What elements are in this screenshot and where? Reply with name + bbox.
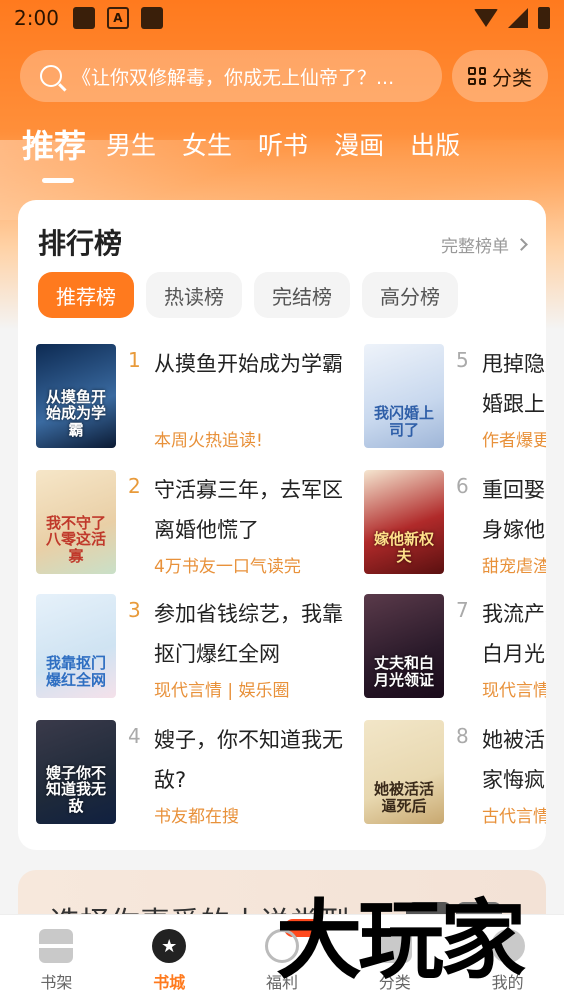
book-cover[interactable]: 我靠抠门爆红全网 — [36, 594, 116, 698]
tab-male[interactable]: 男生 — [106, 120, 156, 172]
top-tabs: 推荐 男生 女生 听书 漫画 出版 — [22, 120, 486, 172]
grid-icon — [468, 67, 486, 85]
book-title[interactable]: 嫂子，你不知道我无敌? — [154, 720, 344, 800]
rank-number: 3 — [128, 598, 141, 622]
cover-text: 她被活活逼死后 — [373, 780, 434, 815]
book-cover[interactable]: 我不守了八零这活寡 — [36, 470, 116, 574]
watermark: 大玩家 — [276, 890, 526, 991]
cover-text: 我不守了八零这活寡 — [45, 513, 106, 565]
book-title[interactable]: 我流产那天，丈夫和白月光领证 — [482, 594, 546, 674]
ranking-card: 排行榜 完整榜单 推荐榜 热读榜 完结榜 高分榜 从摸鱼开始成为学霸 1 从摸鱼… — [18, 200, 546, 850]
wifi-icon — [474, 9, 498, 27]
book-cover[interactable]: 丈夫和白月光领证 — [364, 594, 444, 698]
rank-number: 7 — [456, 598, 469, 622]
notification-icon — [72, 7, 95, 29]
cover-text: 从摸鱼开始成为学霸 — [45, 387, 106, 439]
tab-recommend[interactable]: 推荐 — [22, 120, 86, 172]
notification-icon — [140, 7, 163, 29]
chip-high-score[interactable]: 高分榜 — [362, 272, 458, 318]
ranking-chips: 推荐榜 热读榜 完结榜 高分榜 — [38, 272, 458, 318]
category-button[interactable]: 分类 — [452, 50, 548, 102]
rank-number: 6 — [456, 474, 469, 498]
star-book-icon: ★ — [152, 929, 187, 963]
cover-text: 嫁他新权夫 — [373, 530, 434, 565]
cover-text: 我闪婚上司了 — [373, 404, 434, 439]
tab-female[interactable]: 女生 — [182, 120, 232, 172]
a-notification-icon: A — [106, 7, 129, 29]
nav-label: 书城 — [153, 973, 186, 992]
rank-number: 5 — [456, 348, 469, 372]
book-tag: 现代言情 — [482, 681, 546, 701]
book-title[interactable]: 参加省钱综艺，我靠抠门爆红全网 — [154, 594, 344, 674]
book-tag: 书友都在搜 — [154, 807, 239, 827]
book-title[interactable]: 甩掉隐婚老公，我闪婚跟上司 — [482, 344, 546, 424]
chip-completed[interactable]: 完结榜 — [254, 272, 350, 318]
book-cover[interactable]: 从摸鱼开始成为学霸 — [36, 344, 116, 448]
chevron-right-icon — [515, 238, 528, 251]
tab-indicator — [42, 178, 74, 183]
tab-comics[interactable]: 漫画 — [334, 120, 384, 172]
book-tag: 古代言情 — [482, 807, 546, 827]
nav-bookstore[interactable]: ★ 书城 — [113, 915, 226, 1002]
book-tag: 作者爆更 — [482, 431, 546, 451]
rank-number: 4 — [128, 724, 141, 748]
book-title[interactable]: 重回娶妻前夕，我转身嫁他 — [482, 470, 546, 550]
battery-icon — [538, 7, 550, 29]
rank-number: 2 — [128, 474, 141, 498]
chip-recommend[interactable]: 推荐榜 — [38, 272, 134, 318]
book-item[interactable]: 丈夫和白月光领证 7 我流产那天，丈夫和白月光领证 现代言情 — [364, 594, 546, 701]
book-cover[interactable]: 我闪婚上司了 — [364, 344, 444, 448]
book-title[interactable]: 从摸鱼开始成为学霸 — [154, 344, 344, 384]
status-bar: 2:00 A — [0, 0, 564, 36]
book-cover[interactable]: 嫂子你不知道我无敌 — [36, 720, 116, 824]
book-cover[interactable]: 嫁他新权夫 — [364, 470, 444, 574]
search-input[interactable]: 《让你双修解毒，你成无上仙帝了？... — [20, 50, 442, 102]
cover-text: 嫂子你不知道我无敌 — [45, 763, 106, 815]
nav-bookshelf[interactable]: 书架 — [0, 915, 113, 1002]
ranking-title: 排行榜 — [38, 227, 123, 260]
signal-icon — [508, 8, 528, 28]
book-item[interactable]: 我靠抠门爆红全网 3 参加省钱综艺，我靠抠门爆红全网 现代言情 | 娱乐圈 — [36, 594, 356, 701]
book-tag: 本周火热追读! — [154, 431, 263, 451]
search-placeholder: 《让你双修解毒，你成无上仙帝了？... — [72, 66, 395, 89]
book-item[interactable]: 我不守了八零这活寡 2 守活寡三年，去军区离婚他慌了 4万书友一口气读完 — [36, 470, 356, 577]
book-tag: 4万书友一口气读完 — [154, 557, 301, 577]
status-time: 2:00 — [14, 6, 59, 30]
book-item[interactable]: 嫁他新权夫 6 重回娶妻前夕，我转身嫁他 甜宠虐渣 — [364, 470, 546, 577]
book-item[interactable]: 从摸鱼开始成为学霸 1 从摸鱼开始成为学霸 本周火热追读! — [36, 344, 356, 451]
category-button-label: 分类 — [492, 65, 532, 90]
full-ranking-link[interactable]: 完整榜单 — [441, 232, 528, 257]
tab-audiobook[interactable]: 听书 — [258, 120, 308, 172]
book-title[interactable]: 她被活活逼死后，全家悔疯了 — [482, 720, 546, 800]
book-item[interactable]: 嫂子你不知道我无敌 4 嫂子，你不知道我无敌? 书友都在搜 — [36, 720, 356, 827]
book-item[interactable]: 她被活活逼死后 8 她被活活逼死后，全家悔疯了 古代言情 — [364, 720, 546, 827]
search-icon — [40, 65, 62, 87]
book-cover[interactable]: 她被活活逼死后 — [364, 720, 444, 824]
rank-number: 8 — [456, 724, 469, 748]
book-tag: 甜宠虐渣 — [482, 557, 546, 577]
full-ranking-label: 完整榜单 — [441, 237, 509, 257]
book-title[interactable]: 守活寡三年，去军区离婚他慌了 — [154, 470, 344, 550]
book-tag: 现代言情 | 娱乐圈 — [154, 681, 290, 701]
cover-text: 我靠抠门爆红全网 — [45, 654, 106, 689]
rank-number: 1 — [128, 348, 141, 372]
tab-published[interactable]: 出版 — [410, 120, 460, 172]
bookshelf-icon — [39, 929, 74, 963]
book-item[interactable]: 我闪婚上司了 5 甩掉隐婚老公，我闪婚跟上司 作者爆更 — [364, 344, 546, 451]
chip-hot[interactable]: 热读榜 — [146, 272, 242, 318]
nav-label: 书架 — [40, 973, 73, 992]
cover-text: 丈夫和白月光领证 — [373, 654, 434, 689]
